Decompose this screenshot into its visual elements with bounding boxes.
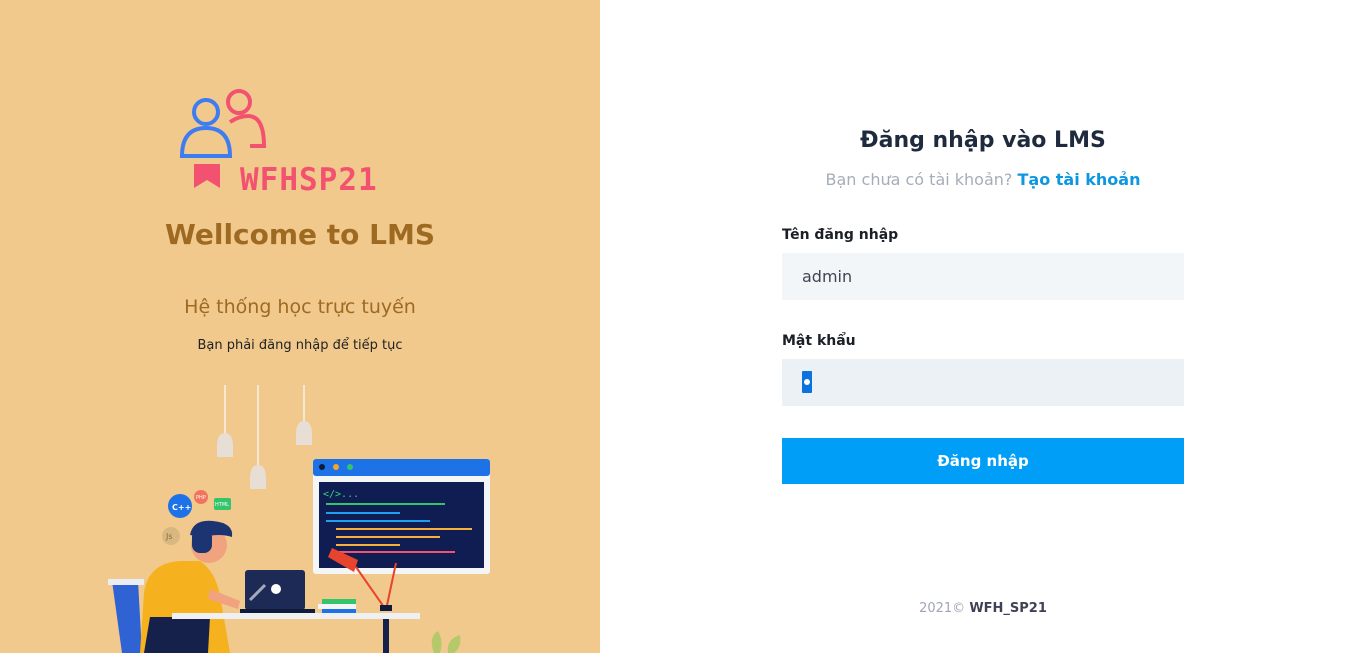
username-input[interactable]	[782, 253, 1184, 300]
password-text-cursor	[802, 371, 812, 393]
html-badge-icon: HTML	[215, 502, 229, 508]
welcome-panel: WFHSP21 Wellcome to LMS Hệ thống học trự…	[0, 0, 600, 653]
footer: 2021© WFH_SP21	[782, 601, 1184, 616]
username-label: Tên đăng nhập	[782, 227, 899, 243]
svg-text:</>...: </>...	[323, 489, 359, 500]
js-badge-icon: Js	[165, 532, 173, 541]
no-account-text: Bạn chưa có tài khoản?	[825, 170, 1013, 189]
login-button[interactable]: Đăng nhập	[782, 438, 1184, 484]
login-panel: Đăng nhập vào LMS Bạn chưa có tài khoản?…	[600, 0, 1365, 653]
cpp-badge-icon: C++	[172, 503, 191, 512]
php-badge-icon: PHP	[196, 495, 206, 501]
footer-brand: WFH_SP21	[969, 601, 1047, 616]
password-input[interactable]	[782, 359, 1184, 406]
create-account-link[interactable]: Tạo tài khoản	[1018, 170, 1141, 189]
signup-prompt: Bạn chưa có tài khoản? Tạo tài khoản	[782, 170, 1184, 189]
copyright-year: 2021©	[919, 601, 966, 616]
developer-illustration: </>... C++ PHP HTML Js	[108, 385, 490, 653]
system-subtitle: Hệ thống học trực tuyến	[184, 296, 416, 318]
login-required-note: Bạn phải đăng nhập để tiếp tục	[197, 338, 403, 353]
welcome-title: Wellcome to LMS	[164, 218, 436, 251]
login-title: Đăng nhập vào LMS	[860, 128, 1106, 153]
brand-name: WFHSP21	[240, 162, 378, 198]
bookmark-icon	[194, 164, 220, 188]
password-label: Mật khẩu	[782, 333, 856, 349]
